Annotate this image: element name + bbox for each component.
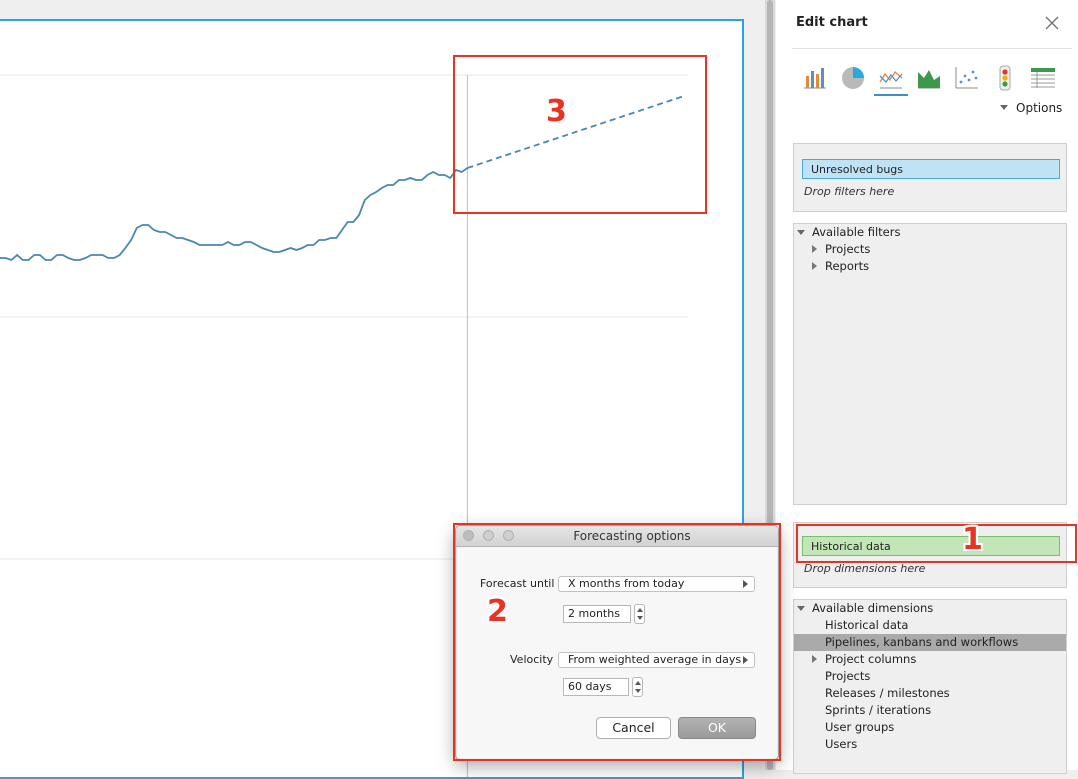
historical-series-line — [0, 167, 468, 262]
tree-header-label: Available dimensions — [812, 601, 934, 615]
scatter-chart-icon — [955, 67, 978, 89]
filters-drop-zone[interactable]: Unresolved bugs Drop filters here — [793, 143, 1067, 212]
forecasting-options-dialog: Forecasting options Forecast until X mon… — [455, 525, 779, 760]
bar-chart-icon — [804, 68, 826, 89]
tree-header-available-dimensions[interactable]: Available dimensions — [794, 600, 1066, 617]
table-icon — [1031, 68, 1055, 88]
days-input[interactable]: 60 days — [563, 678, 629, 696]
available-dimensions-tree: Available dimensions Historical data Pipe… — [793, 599, 1067, 774]
tree-item-dimension[interactable]: Project columns — [794, 651, 1066, 668]
dialog-title: Forecasting options — [573, 529, 691, 543]
tree-item-dimension[interactable]: Sprints / iterations — [794, 702, 1066, 719]
options-label: Options — [1016, 101, 1063, 115]
stepper-down-icon[interactable] — [635, 689, 641, 693]
tree-item-projects[interactable]: Projects — [794, 241, 1066, 258]
dimensions-drop-zone[interactable]: Historical data Drop dimensions here — [793, 522, 1067, 588]
tree-item-label: Reports — [825, 259, 870, 273]
close-icon — [1045, 16, 1059, 30]
dimension-pill-historical-data[interactable]: Historical data — [802, 536, 1060, 556]
forecast-until-value: X months from today — [568, 577, 685, 590]
tree-item-dimension[interactable]: User groups — [794, 719, 1066, 736]
forecast-series-line — [467, 95, 685, 169]
line-chart-icon — [879, 71, 903, 89]
tree-item-label: Users — [825, 737, 858, 751]
tree-item-label: Project columns — [825, 652, 917, 666]
available-filters-tree: Available filters Projects Reports — [793, 223, 1067, 505]
collapsed-icon — [812, 655, 817, 663]
dialog-titlebar[interactable]: Forecasting options — [456, 526, 778, 547]
pie-chart-icon — [842, 67, 864, 89]
tree-header-available-filters[interactable]: Available filters — [794, 224, 1066, 241]
months-stepper[interactable] — [634, 604, 645, 624]
chart-type-line-chart[interactable] — [874, 62, 908, 96]
tree-item-label: Historical data — [825, 618, 909, 632]
tree-item-label: Projects — [825, 669, 871, 683]
traffic-light-icon — [999, 65, 1011, 91]
options-toggle[interactable]: Options — [1000, 101, 1062, 115]
chart-type-table[interactable] — [1026, 62, 1060, 94]
collapsed-icon — [812, 262, 817, 270]
tree-item-label: Sprints / iterations — [825, 703, 932, 717]
tree-header-label: Available filters — [812, 225, 901, 239]
chart-type-bar-chart[interactable] — [798, 62, 832, 94]
filter-pill-unresolved-bugs[interactable]: Unresolved bugs — [802, 159, 1060, 179]
chart-type-traffic-light[interactable] — [988, 62, 1022, 94]
tree-item-label: Pipelines, kanbans and workflows — [825, 635, 1019, 649]
tree-item-label: Releases / milestones — [825, 686, 950, 700]
cancel-button[interactable]: Cancel — [596, 717, 671, 739]
tree-item-dimension[interactable]: Projects — [794, 668, 1066, 685]
close-button[interactable] — [1043, 14, 1061, 32]
panel-title: Edit chart — [796, 15, 868, 30]
chart-type-pie-chart[interactable] — [836, 62, 870, 94]
expanded-icon — [797, 230, 805, 235]
dimensions-drop-hint: Drop dimensions here — [804, 562, 926, 575]
forecast-until-select[interactable]: X months from today — [558, 576, 755, 592]
triangle-down-icon — [1000, 105, 1008, 110]
triangle-right-icon — [743, 580, 748, 588]
stepper-up-icon[interactable] — [637, 608, 643, 612]
expanded-icon — [797, 606, 805, 611]
tree-item-reports[interactable]: Reports — [794, 258, 1066, 275]
forecast-until-label: Forecast until — [480, 577, 555, 590]
ok-button[interactable]: OK — [678, 717, 756, 739]
tree-item-dimension[interactable]: Pipelines, kanbans and workflows — [794, 634, 1066, 651]
stepper-down-icon[interactable] — [637, 616, 643, 620]
velocity-value: From weighted average in days — [568, 653, 742, 666]
stepper-up-icon[interactable] — [635, 681, 641, 685]
tree-item-label: User groups — [825, 720, 895, 734]
dialog-body: Forecast until X months from today 2 mon… — [457, 547, 777, 758]
filters-drop-hint: Drop filters here — [804, 185, 895, 198]
edit-chart-panel: Edit chart Options Unresolved bugs Drop … — [776, 0, 1078, 774]
months-input[interactable]: 2 months — [563, 605, 631, 623]
velocity-select[interactable]: From weighted average in days — [558, 652, 755, 668]
tree-item-dimension[interactable]: Historical data — [794, 617, 1066, 634]
collapsed-icon — [812, 245, 817, 253]
days-stepper[interactable] — [632, 677, 643, 697]
velocity-label: Velocity — [510, 653, 554, 666]
tree-item-label: Projects — [825, 242, 871, 256]
chart-type-area-chart[interactable] — [912, 62, 946, 94]
tree-item-dimension[interactable]: Releases / milestones — [794, 685, 1066, 702]
chart-type-scatter-chart[interactable] — [950, 62, 984, 94]
divider — [792, 48, 1072, 49]
area-chart-icon — [918, 70, 940, 89]
tree-item-dimension[interactable]: Users — [794, 736, 1066, 753]
triangle-right-icon — [743, 656, 748, 664]
